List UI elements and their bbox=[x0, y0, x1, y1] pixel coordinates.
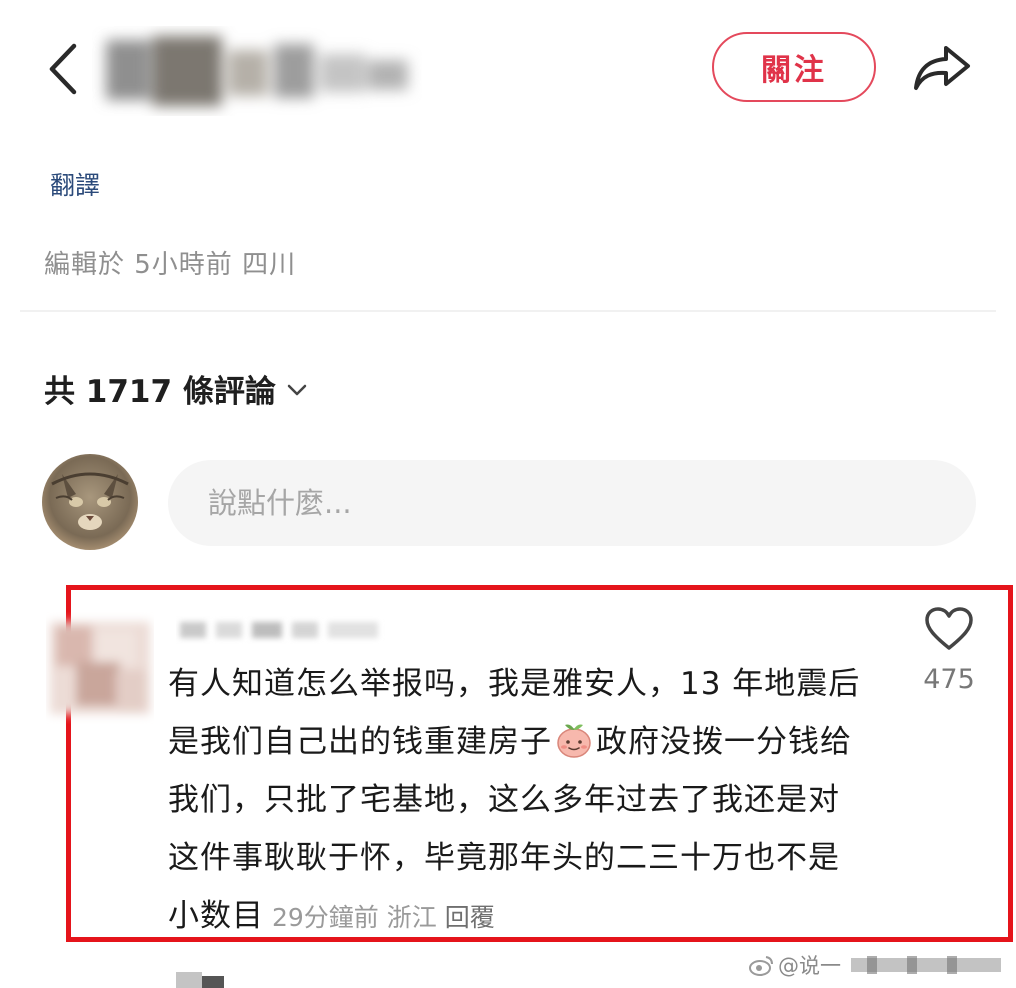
commenter-avatar-blurred[interactable] bbox=[46, 612, 154, 724]
follow-button[interactable]: 關注 bbox=[712, 32, 876, 102]
peach-face-emoji-icon bbox=[554, 720, 594, 760]
heart-icon[interactable] bbox=[924, 606, 974, 652]
back-icon[interactable] bbox=[44, 42, 84, 96]
comment-count-toggle[interactable]: 共 1717 條評論 bbox=[44, 366, 308, 411]
like-count: 475 bbox=[923, 664, 975, 695]
comment-input[interactable] bbox=[168, 460, 976, 546]
author-name-blurred[interactable] bbox=[92, 26, 422, 116]
translate-link[interactable]: 翻譯 bbox=[50, 166, 100, 202]
watermark-blurred-name bbox=[851, 956, 1001, 974]
comment-meta: 29分鐘前 浙江 回覆 bbox=[272, 903, 495, 932]
watermark: @说一 bbox=[748, 950, 1007, 980]
comment-location: 浙江 bbox=[386, 903, 437, 932]
chevron-down-icon bbox=[287, 384, 307, 395]
comment-text: 有人知道怎么举报吗，我是雅安人，13 年地震后是我们自己出的钱重建房子 政府没拨… bbox=[168, 655, 868, 947]
comment-time: 29分鐘前 bbox=[272, 903, 379, 932]
share-icon[interactable] bbox=[912, 42, 972, 94]
next-commenter-avatar-blurred[interactable] bbox=[176, 970, 228, 988]
reply-button[interactable]: 回覆 bbox=[445, 903, 495, 932]
commenter-name-blurred[interactable] bbox=[176, 616, 386, 644]
weibo-logo-icon bbox=[749, 956, 773, 976]
edit-info: 編輯於 5小時前 四川 bbox=[44, 250, 297, 280]
comment-count-label: 共 1717 條評論 bbox=[44, 374, 276, 410]
divider bbox=[20, 310, 996, 312]
my-avatar[interactable] bbox=[42, 454, 138, 550]
watermark-text: @说一 bbox=[778, 954, 841, 978]
